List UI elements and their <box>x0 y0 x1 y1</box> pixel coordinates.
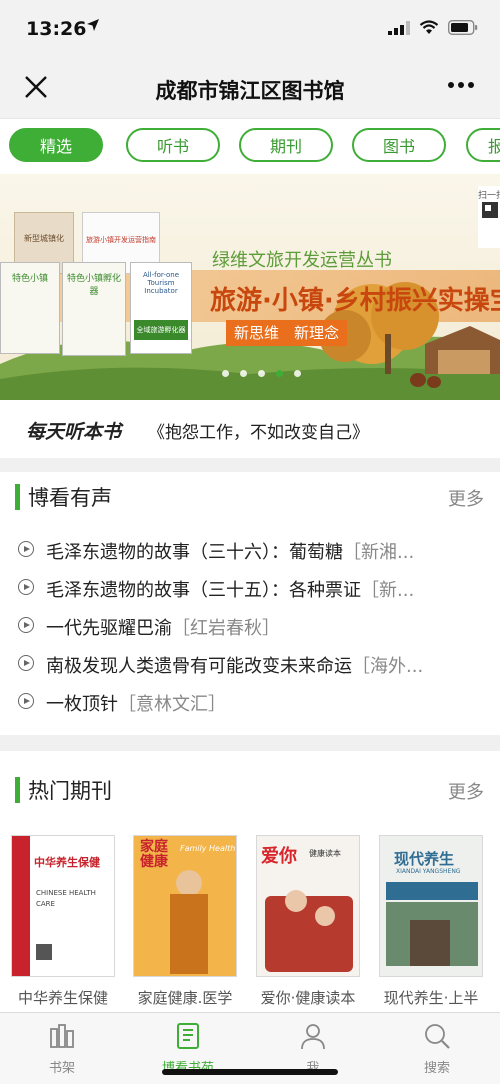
audio-section-header: 博看有声 更多 <box>0 472 500 522</box>
play-icon[interactable] <box>18 617 34 633</box>
journal-cover[interactable]: 家庭健康 Family Health <box>133 835 237 977</box>
signal-icon <box>388 20 410 39</box>
tabbar-item-bookshelf[interactable]: 书架 <box>22 1019 102 1076</box>
journal-cover[interactable]: 现代养生 XIANDAI YANGSHENG <box>379 835 483 977</box>
banner-dot-4[interactable] <box>276 370 283 377</box>
wifi-icon <box>419 20 439 39</box>
section-accent-bar <box>15 777 20 803</box>
play-icon[interactable] <box>18 541 34 557</box>
journal-more-link[interactable]: 更多 <box>448 778 484 804</box>
status-bar: 13:26 <box>0 0 500 60</box>
banner-dot-3[interactable] <box>258 370 265 377</box>
journal-name: 中华养生保健 <box>17 989 108 1007</box>
home-indicator[interactable] <box>162 1069 338 1075</box>
journal-cover-title: 中华养生保健 <box>34 856 100 869</box>
play-icon[interactable] <box>18 693 34 709</box>
audio-item-source: ［新湘... <box>343 542 415 563</box>
journal-section-title: 热门期刊 <box>28 779 112 803</box>
journal-cover-subtitle: 健康读本 <box>309 849 341 858</box>
book-cover-4: 特色小镇孵化器 <box>62 262 126 356</box>
tabbar-label: 书架 <box>48 1061 75 1076</box>
location-arrow-icon <box>86 18 100 36</box>
audio-list-item[interactable]: 一枚顶针［意林文汇］ <box>0 682 500 720</box>
journal-cover-title: 爱你 <box>261 846 297 867</box>
tabbar-item-me[interactable]: 我 <box>273 1019 353 1076</box>
tab-newspapers[interactable]: 报 <box>466 128 500 162</box>
audio-item-title: 毛泽东遗物的故事（三十五）：各种票证 <box>46 580 361 601</box>
tab-audiobooks[interactable]: 听书 <box>126 128 220 162</box>
audio-item-source: ［意林文汇］ <box>118 694 226 715</box>
audio-item-source: ［新... <box>361 580 415 601</box>
search-icon <box>397 1019 477 1053</box>
banner-headline: 旅游·小镇·乡村振兴实操宝 <box>210 286 500 316</box>
journal-cover-subtitle: Family Health <box>180 844 236 853</box>
daily-listen-brand: 每天听本书 <box>26 421 122 443</box>
journal-section-header: 热门期刊 更多 <box>0 765 500 815</box>
battery-icon <box>447 19 478 39</box>
audio-more-link[interactable]: 更多 <box>448 485 484 511</box>
banner-pagination <box>222 370 312 378</box>
banner-tag-2: 新理念 <box>286 320 348 346</box>
book-icon <box>148 1019 228 1053</box>
journal-list: 中华养生保健 CHINESE HEALTH CARE 中华养生保健 家庭健康 F… <box>0 835 500 1010</box>
daily-listen-book-title[interactable]: 《抱怨工作，不如改变自己》 <box>148 418 369 443</box>
journal-item[interactable]: 爱你 健康读本 爱你·健康读本 <box>256 835 361 1008</box>
banner-tag-1: 新思维 <box>226 320 288 346</box>
tabbar-item-search[interactable]: 搜索 <box>397 1019 477 1076</box>
bookshelf-icon <box>22 1019 102 1053</box>
section-accent-bar <box>15 484 20 510</box>
journal-item[interactable]: 家庭健康 Family Health 家庭健康.医学 <box>133 835 238 1008</box>
journal-cover-title: 现代养生 <box>394 850 455 868</box>
tab-journals[interactable]: 期刊 <box>239 128 333 162</box>
banner-dot-2[interactable] <box>240 370 247 377</box>
audio-item-title: 毛泽东遗物的故事（三十六）：葡萄糖 <box>46 542 343 563</box>
play-icon[interactable] <box>18 655 34 671</box>
section-divider <box>0 458 500 472</box>
audio-list-item[interactable]: 毛泽东遗物的故事（三十五）：各种票证［新... <box>0 568 500 606</box>
audio-item-title: 南极发现人类遗骨有可能改变未来命运 <box>46 656 352 677</box>
status-time: 13:26 <box>26 18 87 40</box>
audio-list-item[interactable]: 南极发现人类遗骨有可能改变未来命运［海外... <box>0 644 500 682</box>
tabbar-label: 搜索 <box>423 1061 450 1076</box>
page-title: 成都市锦江区图书馆 <box>155 79 345 103</box>
book-cover-5: All-for-one Tourism Incubator <box>130 262 192 354</box>
section-divider <box>0 735 500 751</box>
more-icon[interactable] <box>446 70 476 107</box>
journal-name: 现代养生·上半 <box>383 989 479 1007</box>
journal-cover-title: 家庭健康 <box>140 839 168 870</box>
audio-list-item[interactable]: 一代先驱耀巴渝［红岩春秋］ <box>0 606 500 644</box>
promo-banner[interactable]: 新型城镇化 旅游小镇开发运营指南 特色小镇 特色小镇孵化器 All-for-on… <box>0 174 500 400</box>
audio-item-source: ［红岩春秋］ <box>172 618 280 639</box>
tab-featured[interactable]: 精选 <box>9 128 103 162</box>
nav-bar: 成都市锦江区图书馆 <box>0 60 500 118</box>
category-tabs: 精选 听书 期刊 图书 报 <box>0 118 500 175</box>
book-cover-3: 特色小镇 <box>0 262 60 354</box>
banner-dot-1[interactable] <box>222 370 229 377</box>
journal-cover[interactable]: 中华养生保健 CHINESE HEALTH CARE <box>11 835 115 977</box>
tabbar-item-library[interactable]: 博看书苑 <box>148 1019 228 1076</box>
daily-listen-bar[interactable]: 每天听本书 《抱怨工作，不如改变自己》 <box>0 400 500 458</box>
banner-dot-5[interactable] <box>294 370 301 377</box>
banner-qr-caption: 扫一扫 <box>478 191 500 201</box>
journal-item[interactable]: 现代养生 XIANDAI YANGSHENG 现代养生·上半 <box>379 835 484 1008</box>
audio-item-source: ［海外... <box>352 656 424 677</box>
audio-section-title: 博看有声 <box>28 486 112 510</box>
journal-cover[interactable]: 爱你 健康读本 <box>256 835 360 977</box>
journal-cover-subtitle: XIANDAI YANGSHENG <box>396 868 461 875</box>
tab-books[interactable]: 图书 <box>352 128 446 162</box>
audio-item-title: 一代先驱耀巴渝 <box>46 618 172 639</box>
journal-cover-subtitle: CHINESE HEALTH CARE <box>36 889 96 908</box>
journal-name: 爱你·健康读本 <box>260 989 356 1007</box>
person-icon <box>273 1019 353 1053</box>
audio-item-title: 一枚顶针 <box>46 694 118 715</box>
journal-name: 家庭健康.医学 <box>137 989 233 1007</box>
audio-list-item[interactable]: 毛泽东遗物的故事（三十六）：葡萄糖［新湘... <box>0 530 500 568</box>
play-icon[interactable] <box>18 579 34 595</box>
book-cover-6: 全域旅游孵化器 <box>134 320 188 340</box>
banner-series-title: 绿维文旅开发运营丛书 <box>212 250 392 271</box>
journal-item[interactable]: 中华养生保健 CHINESE HEALTH CARE 中华养生保健 <box>11 835 116 1008</box>
audio-list: 毛泽东遗物的故事（三十六）：葡萄糖［新湘... 毛泽东遗物的故事（三十五）：各种… <box>0 530 500 720</box>
